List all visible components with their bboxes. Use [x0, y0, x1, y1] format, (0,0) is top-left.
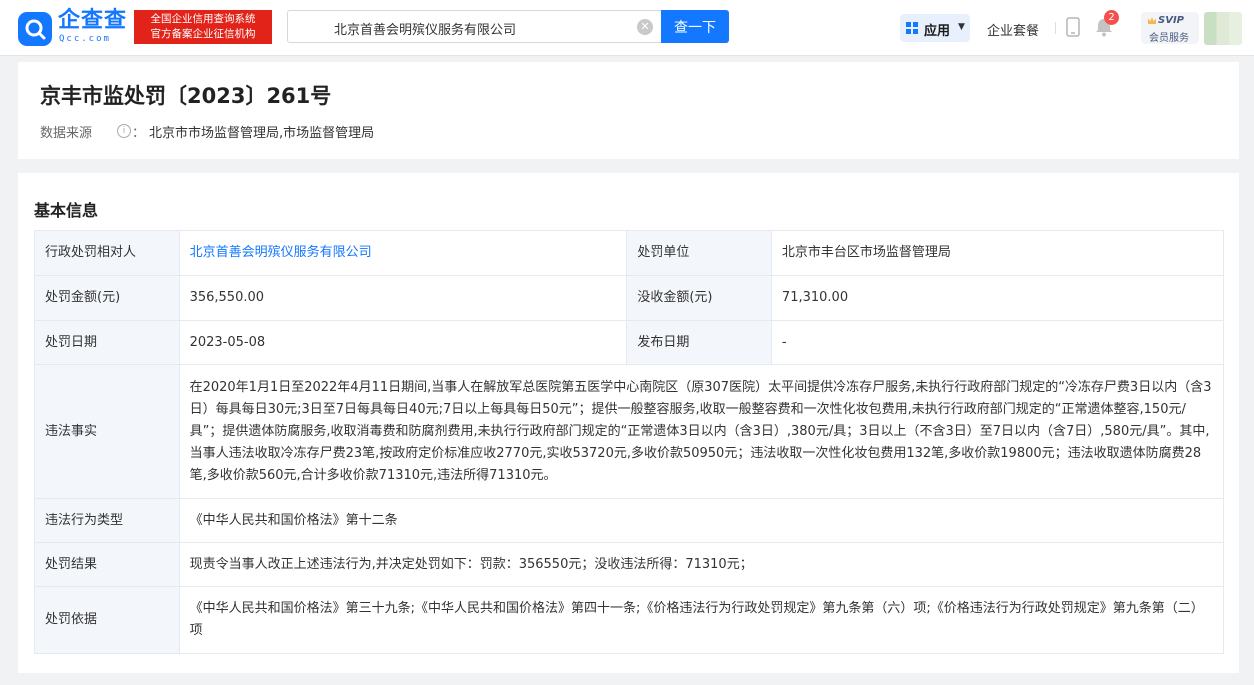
- data-source-label: 数据来源: [40, 126, 93, 141]
- page-title: 京丰市监处罚〔2023〕261号: [40, 84, 332, 108]
- unit-label: 处罚单位: [626, 230, 772, 276]
- confiscate-value: 71,310.00: [770, 275, 1225, 321]
- chevron-down-icon: ▼: [958, 22, 965, 32]
- data-source-value: 北京市市场监督管理局,市场监督管理局: [149, 126, 375, 141]
- member-service-label: 会员服务: [1149, 33, 1189, 44]
- search-button[interactable]: 查一下: [661, 10, 729, 43]
- basis-value: 《中华人民共和国价格法》第三十九条;《中华人民共和国价格法》第四十一条;《价格违…: [178, 586, 1225, 654]
- penalty-title-card: 京丰市监处罚〔2023〕261号 数据来源 i ： 北京市市场监督管理局,市场监…: [18, 62, 1239, 159]
- badge-line-2: 官方备案企业征信机构: [150, 28, 256, 40]
- enterprise-package-link[interactable]: 企业套餐: [987, 20, 1039, 39]
- table-row: 行政处罚相对人 北京首善会明殡仪服务有限公司 处罚单位 北京市丰台区市场监督管理…: [34, 230, 1225, 276]
- apps-grid-icon: [906, 22, 918, 34]
- violation-type-value: 《中华人民共和国价格法》第十二条: [178, 498, 1225, 543]
- facts-value: 在2020年1月1日至2022年4月11日期间,当事人在解放军总医院第五医学中心…: [178, 364, 1225, 499]
- user-avatar[interactable]: [1204, 12, 1242, 45]
- logo-subtext: Qcc.com: [59, 34, 111, 44]
- unit-value: 北京市丰台区市场监督管理局: [770, 230, 1225, 276]
- confiscate-label: 没收金额(元): [626, 275, 772, 321]
- table-row: 违法行为类型 《中华人民共和国价格法》第十二条: [34, 498, 1225, 543]
- info-icon[interactable]: i: [117, 124, 131, 138]
- penalty-detail-table: 行政处罚相对人 北京首善会明殡仪服务有限公司 处罚单位 北京市丰台区市场监督管理…: [34, 230, 1225, 654]
- badge-line-1: 全国企业信用查询系统: [150, 13, 256, 25]
- publish-date-label: 发布日期: [626, 320, 772, 365]
- date-label: 处罚日期: [34, 320, 180, 365]
- publish-date-value: -: [770, 320, 1225, 365]
- qcc-logo-icon[interactable]: [18, 12, 52, 46]
- result-label: 处罚结果: [34, 542, 180, 587]
- table-row: 处罚日期 2023-05-08 发布日期 -: [34, 320, 1225, 365]
- apps-menu-label: 应用: [924, 24, 951, 39]
- top-navigation-bar: 企查查 Qcc.com 全国企业信用查询系统 官方备案企业征信机构 ✕ 查一下 …: [0, 0, 1254, 56]
- svip-member-button[interactable]: SVIP 会员服务: [1141, 12, 1199, 44]
- basis-label: 处罚依据: [34, 586, 180, 654]
- basic-info-card: 基本信息 行政处罚相对人 北京首善会明殡仪服务有限公司 处罚单位 北京市丰台区市…: [18, 173, 1239, 673]
- party-company-link[interactable]: 北京首善会明殡仪服务有限公司: [178, 230, 628, 276]
- result-value: 现责令当事人改正上述违法行为,并决定处罚如下：罚款：356550元；没收违法所得…: [178, 542, 1225, 587]
- mobile-phone-icon[interactable]: [1066, 17, 1080, 37]
- table-row: 违法事实 在2020年1月1日至2022年4月11日期间,当事人在解放军总医院第…: [34, 364, 1225, 499]
- svip-label: SVIP: [1158, 15, 1184, 26]
- table-row: 处罚结果 现责令当事人改正上述违法行为,并决定处罚如下：罚款：356550元；没…: [34, 542, 1225, 587]
- table-row: 处罚依据 《中华人民共和国价格法》第三十九条;《中华人民共和国价格法》第四十一条…: [34, 586, 1225, 654]
- amount-value: 356,550.00: [178, 275, 628, 321]
- party-label: 行政处罚相对人: [34, 230, 180, 276]
- section-title: 基本信息: [34, 201, 99, 220]
- header-divider: [1055, 22, 1056, 34]
- certification-badge: 全国企业信用查询系统 官方备案企业征信机构: [134, 10, 272, 44]
- clear-search-icon[interactable]: ✕: [637, 19, 653, 35]
- logo-text[interactable]: 企查查: [58, 9, 127, 33]
- table-row: 处罚金额(元) 356,550.00 没收金额(元) 71,310.00: [34, 275, 1225, 321]
- amount-label: 处罚金额(元): [34, 275, 180, 321]
- apps-menu-button[interactable]: 应用 ▼: [900, 14, 970, 42]
- crown-icon: [1148, 17, 1156, 24]
- violation-type-label: 违法行为类型: [34, 498, 180, 543]
- search-box: ✕: [287, 10, 661, 43]
- facts-label: 违法事实: [34, 364, 180, 499]
- notification-count-badge: 2: [1104, 10, 1119, 25]
- search-input[interactable]: [332, 17, 626, 39]
- data-source-separator: ：: [132, 126, 146, 141]
- date-value: 2023-05-08: [178, 320, 628, 365]
